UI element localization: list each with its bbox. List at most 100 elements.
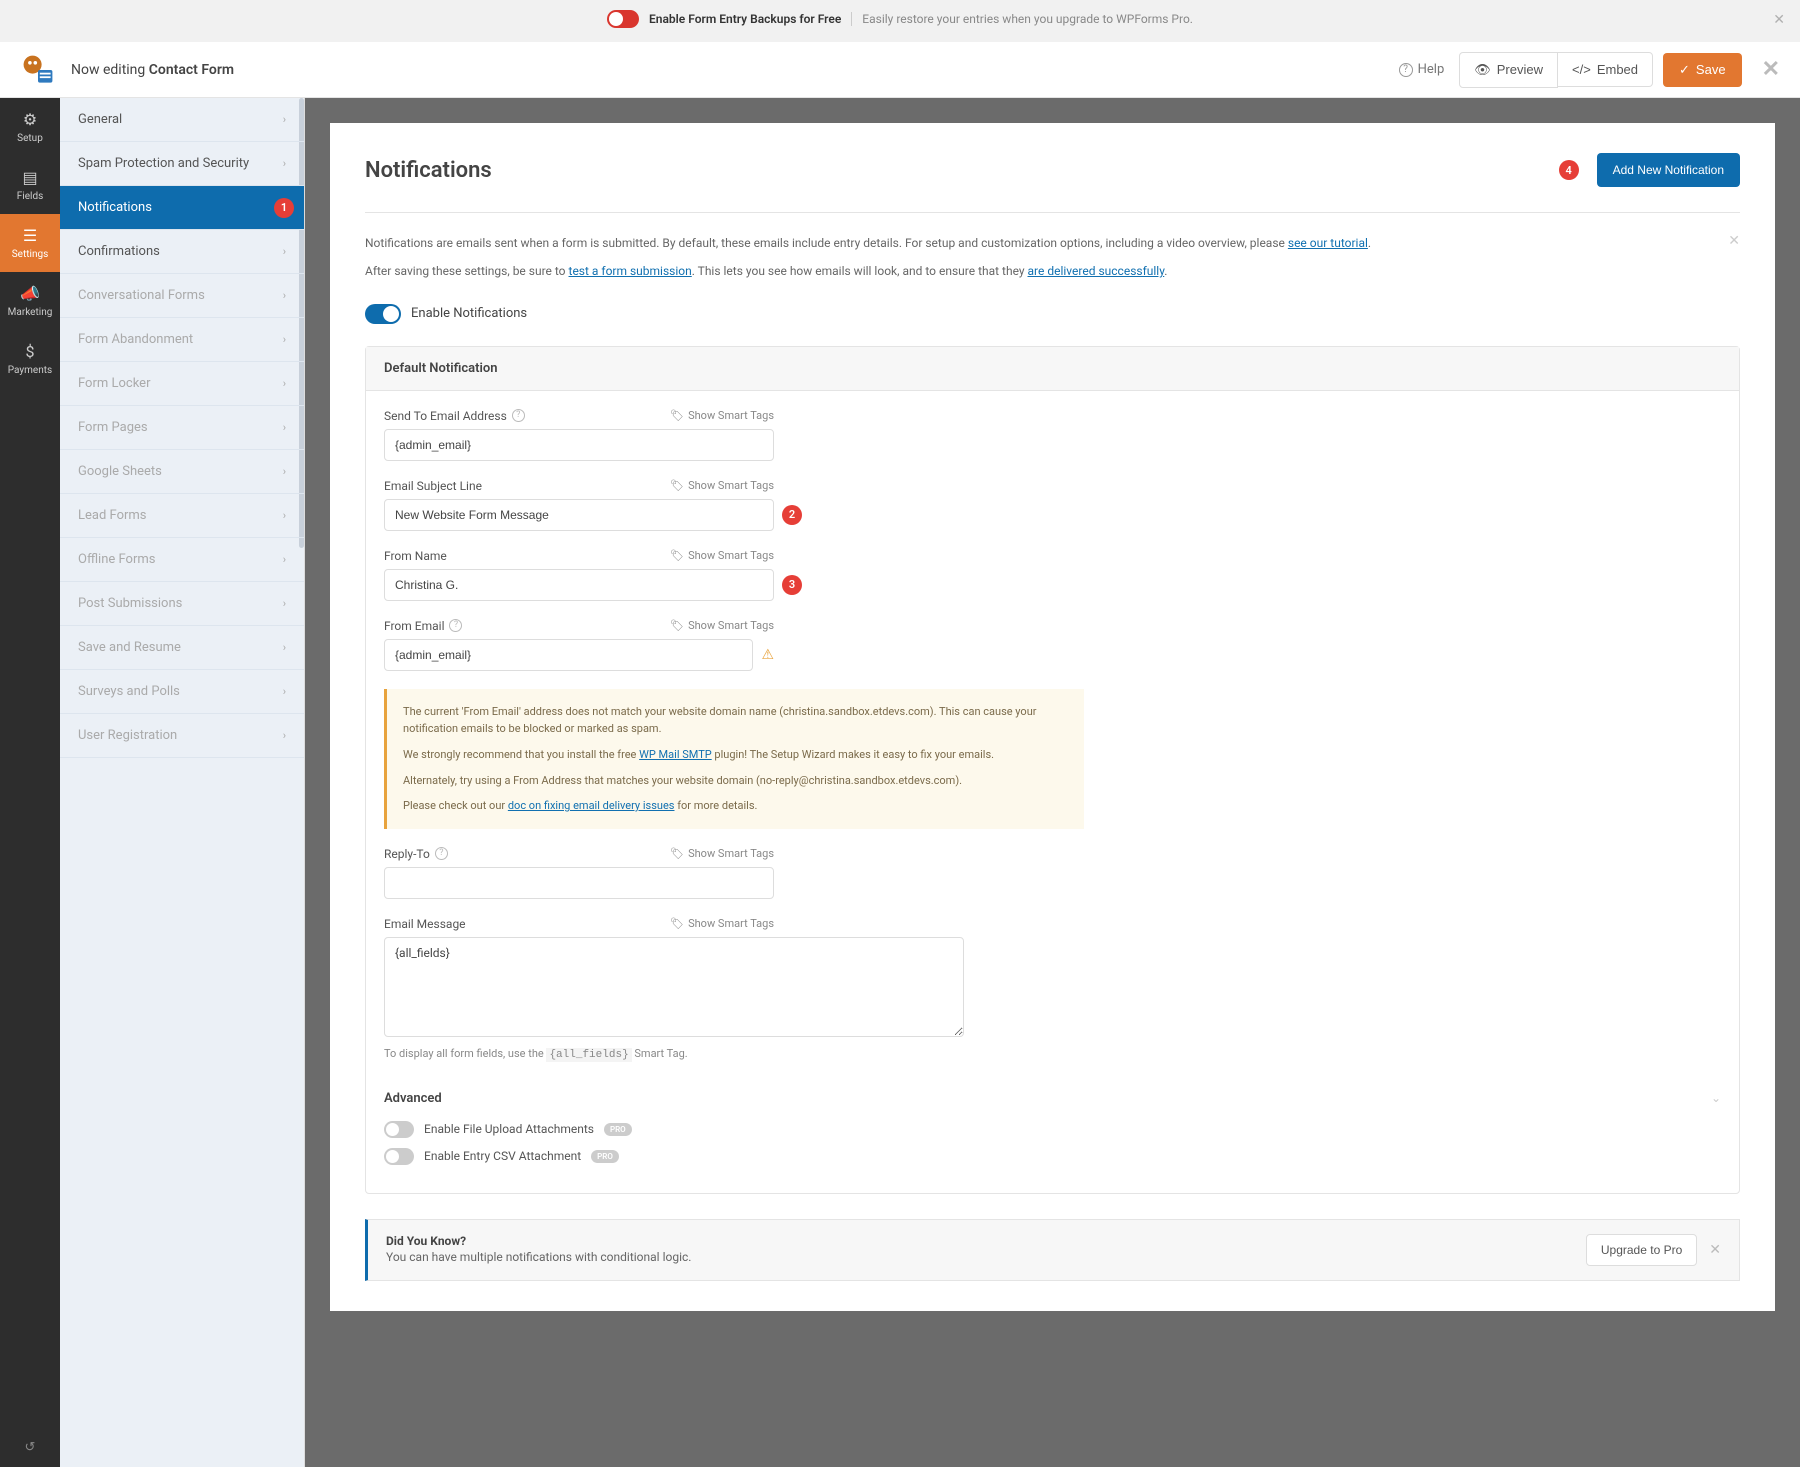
help-icon[interactable]: ? xyxy=(449,619,462,632)
settings-registration[interactable]: User Registration› xyxy=(60,714,304,758)
save-button[interactable]: ✓Save xyxy=(1663,53,1742,87)
dollar-icon: $ xyxy=(4,342,56,361)
chevron-right-icon: › xyxy=(283,553,286,566)
logo-icon xyxy=(20,52,56,88)
settings-surveys[interactable]: Surveys and Polls› xyxy=(60,670,304,714)
tag-icon: 🏷 xyxy=(670,479,684,492)
nav-fields[interactable]: ▤Fields xyxy=(0,156,60,214)
settings-offline[interactable]: Offline Forms› xyxy=(60,538,304,582)
from-name-input[interactable] xyxy=(384,569,774,601)
from-name-label: From Name xyxy=(384,549,447,563)
settings-resume[interactable]: Save and Resume› xyxy=(60,626,304,670)
reply-to-input[interactable] xyxy=(384,867,774,899)
settings-spam[interactable]: Spam Protection and Security› xyxy=(60,142,304,186)
file-upload-toggle[interactable] xyxy=(384,1121,414,1138)
nav-settings[interactable]: ☰Settings xyxy=(0,214,60,272)
embed-button[interactable]: </>Embed xyxy=(1558,52,1653,87)
tutorial-link[interactable]: see our tutorial xyxy=(1288,236,1368,250)
enable-notifications-toggle[interactable] xyxy=(365,304,401,324)
smart-tags-link[interactable]: 🏷Show Smart Tags xyxy=(670,619,774,632)
check-icon: ✓ xyxy=(1679,62,1690,78)
chevron-right-icon: › xyxy=(283,421,286,434)
settings-leads[interactable]: Lead Forms› xyxy=(60,494,304,538)
settings-panel: General› Spam Protection and Security› N… xyxy=(60,98,305,1467)
chevron-right-icon: › xyxy=(283,465,286,478)
reply-to-label: Reply-To? xyxy=(384,847,448,861)
promo-close-icon[interactable]: ✕ xyxy=(1773,12,1785,28)
code-icon: </> xyxy=(1572,62,1591,77)
smart-tags-link[interactable]: 🏷Show Smart Tags xyxy=(670,409,774,422)
csv-toggle[interactable] xyxy=(384,1148,414,1165)
nav-setup[interactable]: ⚙Setup xyxy=(0,98,60,156)
settings-confirmations[interactable]: Confirmations› xyxy=(60,230,304,274)
tag-icon: 🏷 xyxy=(670,917,684,930)
callout-badge-3: 3 xyxy=(782,575,802,595)
megaphone-icon: 📣 xyxy=(4,284,56,303)
add-notification-button[interactable]: Add New Notification xyxy=(1597,153,1740,187)
chevron-right-icon: › xyxy=(283,641,286,654)
preview-button[interactable]: 👁Preview xyxy=(1459,52,1558,88)
chevron-right-icon: › xyxy=(283,597,286,610)
chevron-right-icon: › xyxy=(283,333,286,346)
help-link[interactable]: ?Help xyxy=(1399,62,1445,77)
tag-icon: 🏷 xyxy=(670,409,684,422)
settings-general[interactable]: General› xyxy=(60,98,304,142)
smart-tags-link[interactable]: 🏷Show Smart Tags xyxy=(670,549,774,562)
send-to-label: Send To Email Address? xyxy=(384,409,525,423)
page-title: Notifications xyxy=(365,158,492,183)
dyk-title: Did You Know? xyxy=(386,1234,691,1248)
settings-notifications[interactable]: Notifications1 xyxy=(60,186,304,230)
eye-icon: 👁 xyxy=(1474,62,1491,78)
smart-tags-link[interactable]: 🏷Show Smart Tags xyxy=(670,847,774,860)
message-textarea[interactable] xyxy=(384,937,964,1037)
subject-label: Email Subject Line xyxy=(384,479,482,493)
delivered-link[interactable]: are delivered successfully xyxy=(1028,264,1165,278)
pro-badge: PRO xyxy=(604,1123,632,1136)
smart-tags-link[interactable]: 🏷Show Smart Tags xyxy=(670,479,774,492)
promo-title: Enable Form Entry Backups for Free xyxy=(649,12,841,26)
message-label: Email Message xyxy=(384,917,466,931)
chevron-right-icon: › xyxy=(283,157,286,170)
delivery-doc-link[interactable]: doc on fixing email delivery issues xyxy=(508,799,675,812)
csv-label: Enable Entry CSV Attachment xyxy=(424,1149,581,1163)
chevron-right-icon: › xyxy=(283,113,286,126)
notification-box: Default Notification Send To Email Addre… xyxy=(365,346,1740,1194)
callout-badge-1: 1 xyxy=(274,198,294,218)
chevron-down-icon[interactable]: ⌄ xyxy=(1711,1091,1721,1105)
smart-tags-link[interactable]: 🏷Show Smart Tags xyxy=(670,917,774,930)
settings-conversational[interactable]: Conversational Forms› xyxy=(60,274,304,318)
notification-header: Default Notification xyxy=(366,347,1739,391)
tag-icon: 🏷 xyxy=(670,847,684,860)
settings-abandonment[interactable]: Form Abandonment› xyxy=(60,318,304,362)
chevron-right-icon: › xyxy=(283,509,286,522)
wp-mail-smtp-link[interactable]: WP Mail SMTP xyxy=(639,748,712,761)
chevron-right-icon: › xyxy=(283,377,286,390)
enable-notifications-label: Enable Notifications xyxy=(411,306,527,321)
main-content: Notifications 4 Add New Notification Not… xyxy=(305,98,1800,1467)
nav-payments[interactable]: $Payments xyxy=(0,330,60,388)
chevron-right-icon: › xyxy=(283,245,286,258)
callout-badge-2: 2 xyxy=(782,505,802,525)
info-close-icon[interactable]: ✕ xyxy=(1728,233,1740,249)
settings-locker[interactable]: Form Locker› xyxy=(60,362,304,406)
close-icon[interactable]: ✕ xyxy=(1762,57,1780,82)
subject-input[interactable] xyxy=(384,499,774,531)
nav-history[interactable]: ↺ xyxy=(0,1428,60,1467)
send-to-input[interactable] xyxy=(384,429,774,461)
upgrade-button[interactable]: Upgrade to Pro xyxy=(1586,1234,1697,1266)
help-icon[interactable]: ? xyxy=(512,409,525,422)
dyk-text: You can have multiple notifications with… xyxy=(386,1250,691,1264)
list-icon: ▤ xyxy=(4,168,56,187)
warning-box: The current 'From Email' address does no… xyxy=(384,689,1084,829)
settings-pages[interactable]: Form Pages› xyxy=(60,406,304,450)
from-email-input[interactable] xyxy=(384,639,753,671)
info-box: Notifications are emails sent when a for… xyxy=(365,233,1740,282)
help-icon[interactable]: ? xyxy=(435,847,448,860)
gear-icon: ⚙ xyxy=(4,110,56,129)
settings-sheets[interactable]: Google Sheets› xyxy=(60,450,304,494)
nav-marketing[interactable]: 📣Marketing xyxy=(0,272,60,330)
dyk-close-icon[interactable]: ✕ xyxy=(1709,1242,1721,1258)
settings-submissions[interactable]: Post Submissions› xyxy=(60,582,304,626)
test-submission-link[interactable]: test a form submission xyxy=(569,264,692,278)
pro-badge: PRO xyxy=(591,1150,619,1163)
